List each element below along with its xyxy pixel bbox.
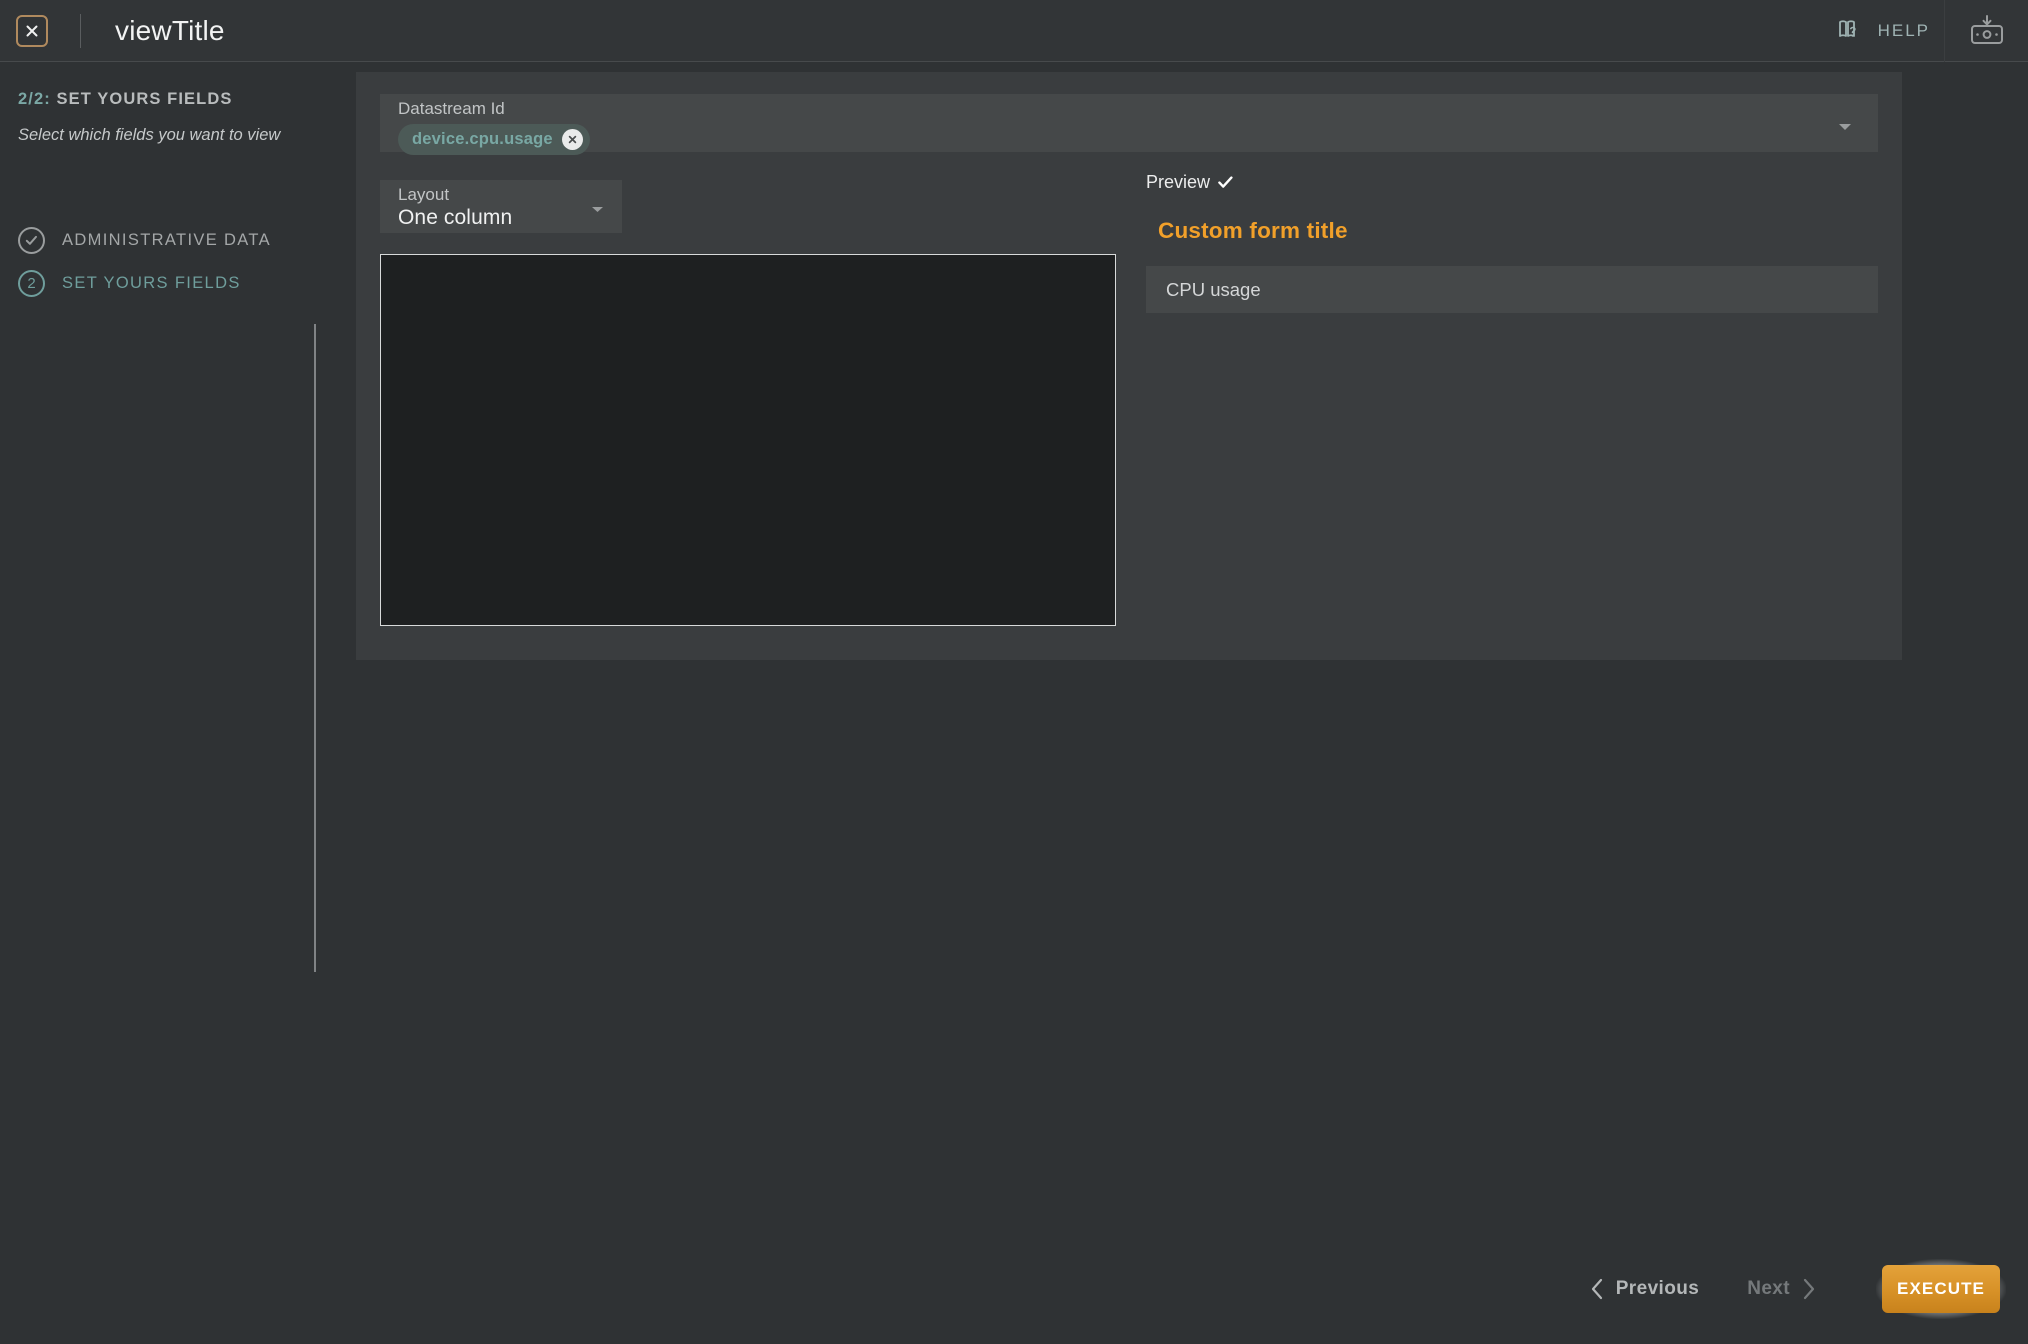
preview-heading-label: Preview [1146, 172, 1211, 192]
check-circle-icon [18, 226, 45, 254]
datastream-id-field[interactable]: Datastream Id device.cpu.usage [380, 94, 1878, 155]
datastream-id-inner: Datastream Id device.cpu.usage [380, 94, 590, 155]
sidebar-item-set-yours-fields[interactable]: 2 SET YOURS FIELDS [0, 262, 316, 305]
sidebar-vertical-divider [314, 324, 316, 972]
step-heading-label: SET YOURS FIELDS [56, 90, 233, 108]
preview-form-title: Custom form title [1158, 218, 1348, 243]
topbar-actions: HELP [1823, 0, 2028, 62]
step-list: ADMINISTRATIVE DATA 2 SET YOURS FIELDS [0, 219, 316, 305]
step-heading: 2/2: SET YOURS FIELDS [18, 90, 316, 109]
top-bar: viewTitle HELP [0, 0, 2028, 62]
preview-header: Preview [1146, 172, 1878, 193]
step-counter: 2/2: [18, 90, 51, 108]
help-label: HELP [1877, 20, 1930, 40]
preview-field-row[interactable]: CPU usage [1146, 266, 1878, 313]
wizard-footer: Previous Next EXECUTE [928, 1234, 2028, 1344]
chevron-left-icon [1591, 1278, 1602, 1300]
execute-button-focus-ring: EXECUTE [1876, 1259, 2006, 1319]
chevron-right-icon [1803, 1278, 1815, 1300]
chip-close-icon[interactable] [561, 128, 583, 150]
sidebar-item-label: ADMINISTRATIVE DATA [62, 230, 271, 249]
application-window: viewTitle HELP 2/2: SET YOURS FIELDS Sel… [0, 0, 2028, 1344]
next-label: Next [1747, 1278, 1790, 1299]
step-description: Select which fields you want to view [18, 126, 281, 144]
device-button[interactable] [1944, 0, 2028, 62]
preview-section: Preview Custom form title CPU usage [1146, 172, 1878, 313]
help-button[interactable]: HELP [1823, 18, 1944, 44]
datastream-id-label: Datastream Id [398, 99, 505, 118]
datastream-chip[interactable]: device.cpu.usage [398, 123, 590, 155]
layout-label: Layout [398, 185, 450, 204]
layout-select[interactable]: Layout One column [380, 180, 622, 233]
previous-button[interactable]: Previous [1580, 1270, 1709, 1308]
check-icon [1218, 176, 1233, 188]
topbar-divider [80, 13, 81, 48]
device-download-icon [1970, 14, 2003, 44]
form-panel: Datastream Id device.cpu.usage Layout On… [356, 72, 1902, 660]
step-number: 2 [27, 274, 36, 292]
wizard-sidebar: 2/2: SET YOURS FIELDS Select which field… [0, 62, 316, 1344]
step-number-circle: 2 [18, 269, 45, 297]
preview-field-label: CPU usage [1166, 278, 1261, 300]
execute-button[interactable]: EXECUTE [1882, 1265, 2000, 1313]
page-title: viewTitle [115, 14, 225, 46]
layout-value: One column [398, 205, 513, 229]
previous-label: Previous [1615, 1278, 1700, 1299]
datastream-chip-label: device.cpu.usage [412, 129, 553, 148]
sidebar-item-label: SET YOURS FIELDS [62, 273, 241, 292]
chevron-down-icon[interactable] [591, 200, 604, 218]
chevron-down-icon[interactable] [1838, 118, 1852, 136]
next-button: Next [1737, 1270, 1826, 1308]
close-button[interactable] [16, 14, 48, 47]
book-question-icon [1838, 19, 1856, 37]
form-editor-area[interactable] [380, 254, 1116, 626]
close-x-icon [26, 25, 38, 36]
sidebar-item-administrative-data[interactable]: ADMINISTRATIVE DATA [0, 219, 316, 262]
